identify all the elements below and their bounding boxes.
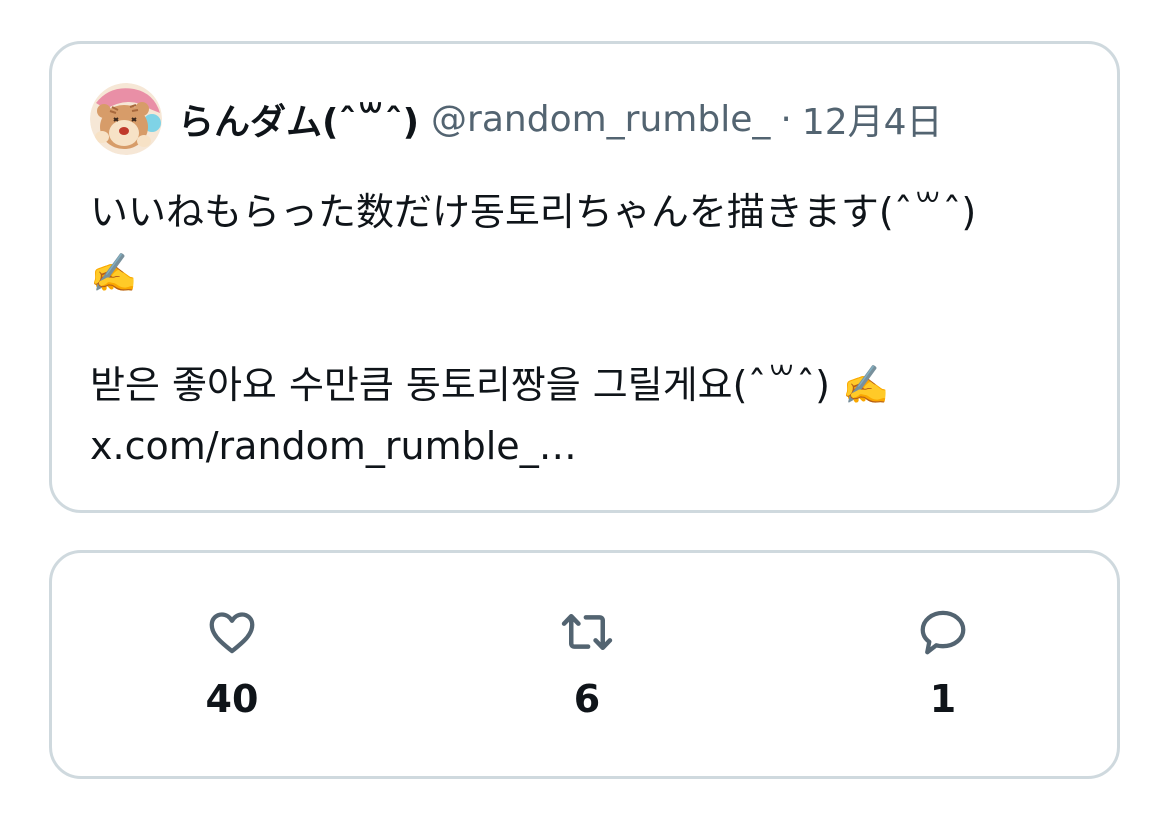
reply-stat[interactable]: 1: [863, 605, 1023, 721]
author-display-name[interactable]: らんダム(ˆ꒳ˆ): [178, 93, 419, 145]
like-count: 40: [205, 677, 259, 721]
quoted-tweet-card[interactable]: らんダム(ˆ꒳ˆ) @random_rumble_ · 12月4日 いいねもらっ…: [49, 41, 1120, 513]
author-handle[interactable]: @random_rumble_: [431, 99, 770, 140]
tweet-body: いいねもらった数だけ동토리ちゃんを描きます(ˆ꒳ˆ) ✍️ 받은 좋아요 수만큼…: [90, 182, 1090, 477]
like-stat[interactable]: 40: [152, 605, 312, 721]
engagement-stats-card: 40 6 1: [49, 550, 1120, 779]
heart-icon[interactable]: [205, 605, 259, 659]
meta-separator: ·: [780, 98, 792, 140]
tweet-header: らんダム(ˆ꒳ˆ) @random_rumble_ · 12月4日: [90, 83, 943, 155]
tweet-link[interactable]: x.com/random_rumble_…: [90, 416, 1090, 477]
retweet-icon[interactable]: [560, 605, 614, 659]
tweet-date[interactable]: 12月4日: [802, 93, 943, 145]
body-spacer: [90, 304, 1090, 355]
tweet-body-line-japanese: いいねもらった数だけ동토리ちゃんを描きます(ˆ꒳ˆ): [90, 190, 977, 234]
reply-bubble-icon[interactable]: [916, 605, 970, 659]
hamster-avatar-icon[interactable]: [90, 83, 162, 155]
writing-hand-emoji: ✍️: [90, 251, 138, 295]
tweet-body-line-korean: 받은 좋아요 수만큼 동토리짱을 그릴게요(ˆ꒳ˆ) ✍️: [90, 363, 890, 407]
reply-count: 1: [929, 677, 957, 721]
retweet-count: 6: [573, 677, 601, 721]
stats-row: 40 6 1: [52, 553, 1117, 776]
retweet-stat[interactable]: 6: [507, 605, 667, 721]
